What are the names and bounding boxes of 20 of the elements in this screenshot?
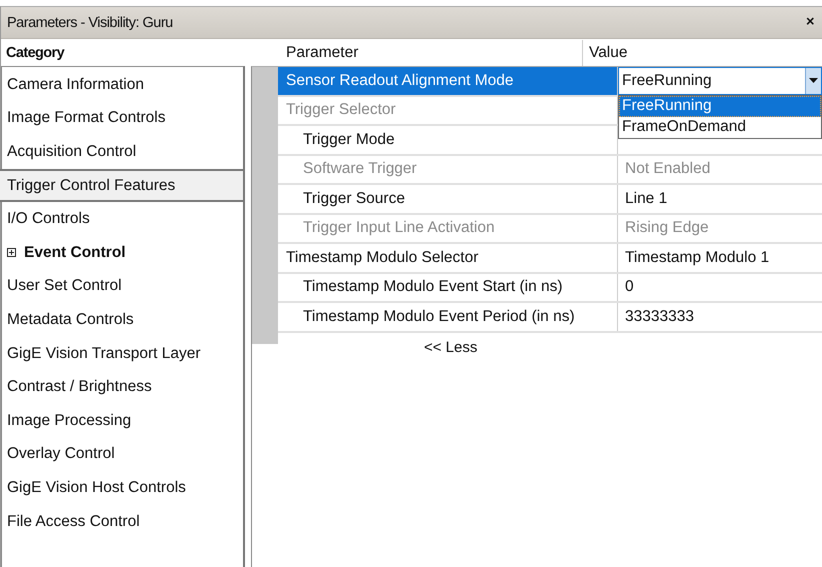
column-header: Value [588,43,628,63]
parameter-value: Line 1 [625,190,668,208]
parameter-name: Timestamp Modulo Event Start (in ns) [278,274,618,301]
parameter-name: Timestamp Modulo Selector [278,244,618,272]
parameter-name: Trigger Source [278,185,618,212]
parameter-name: Timestamp Modulo Event Period (in ns) [278,303,618,330]
column-header: Parameter [251,40,583,66]
parameter-value: Not Enabled [625,160,710,178]
parameter-value: Timestamp Modulo 1 [625,248,770,267]
parameter-name: Trigger Input Line Activation [278,214,618,242]
parameter-value: 0 [625,278,634,296]
parameter-name: Software Trigger [278,156,618,183]
category-label: Event Control [24,244,126,262]
window-title: Parameters - Visibility: Guru [7,14,173,30]
column-header: Category [5,44,66,63]
parameter-name: Trigger Mode [278,126,618,154]
parameter-value: 33333333 [625,308,694,326]
parameter-value: Rising Edge [625,219,709,238]
parameter-name: Trigger Selector [278,96,618,124]
parameter-name: Sensor Readout Alignment Mode [278,67,618,94]
